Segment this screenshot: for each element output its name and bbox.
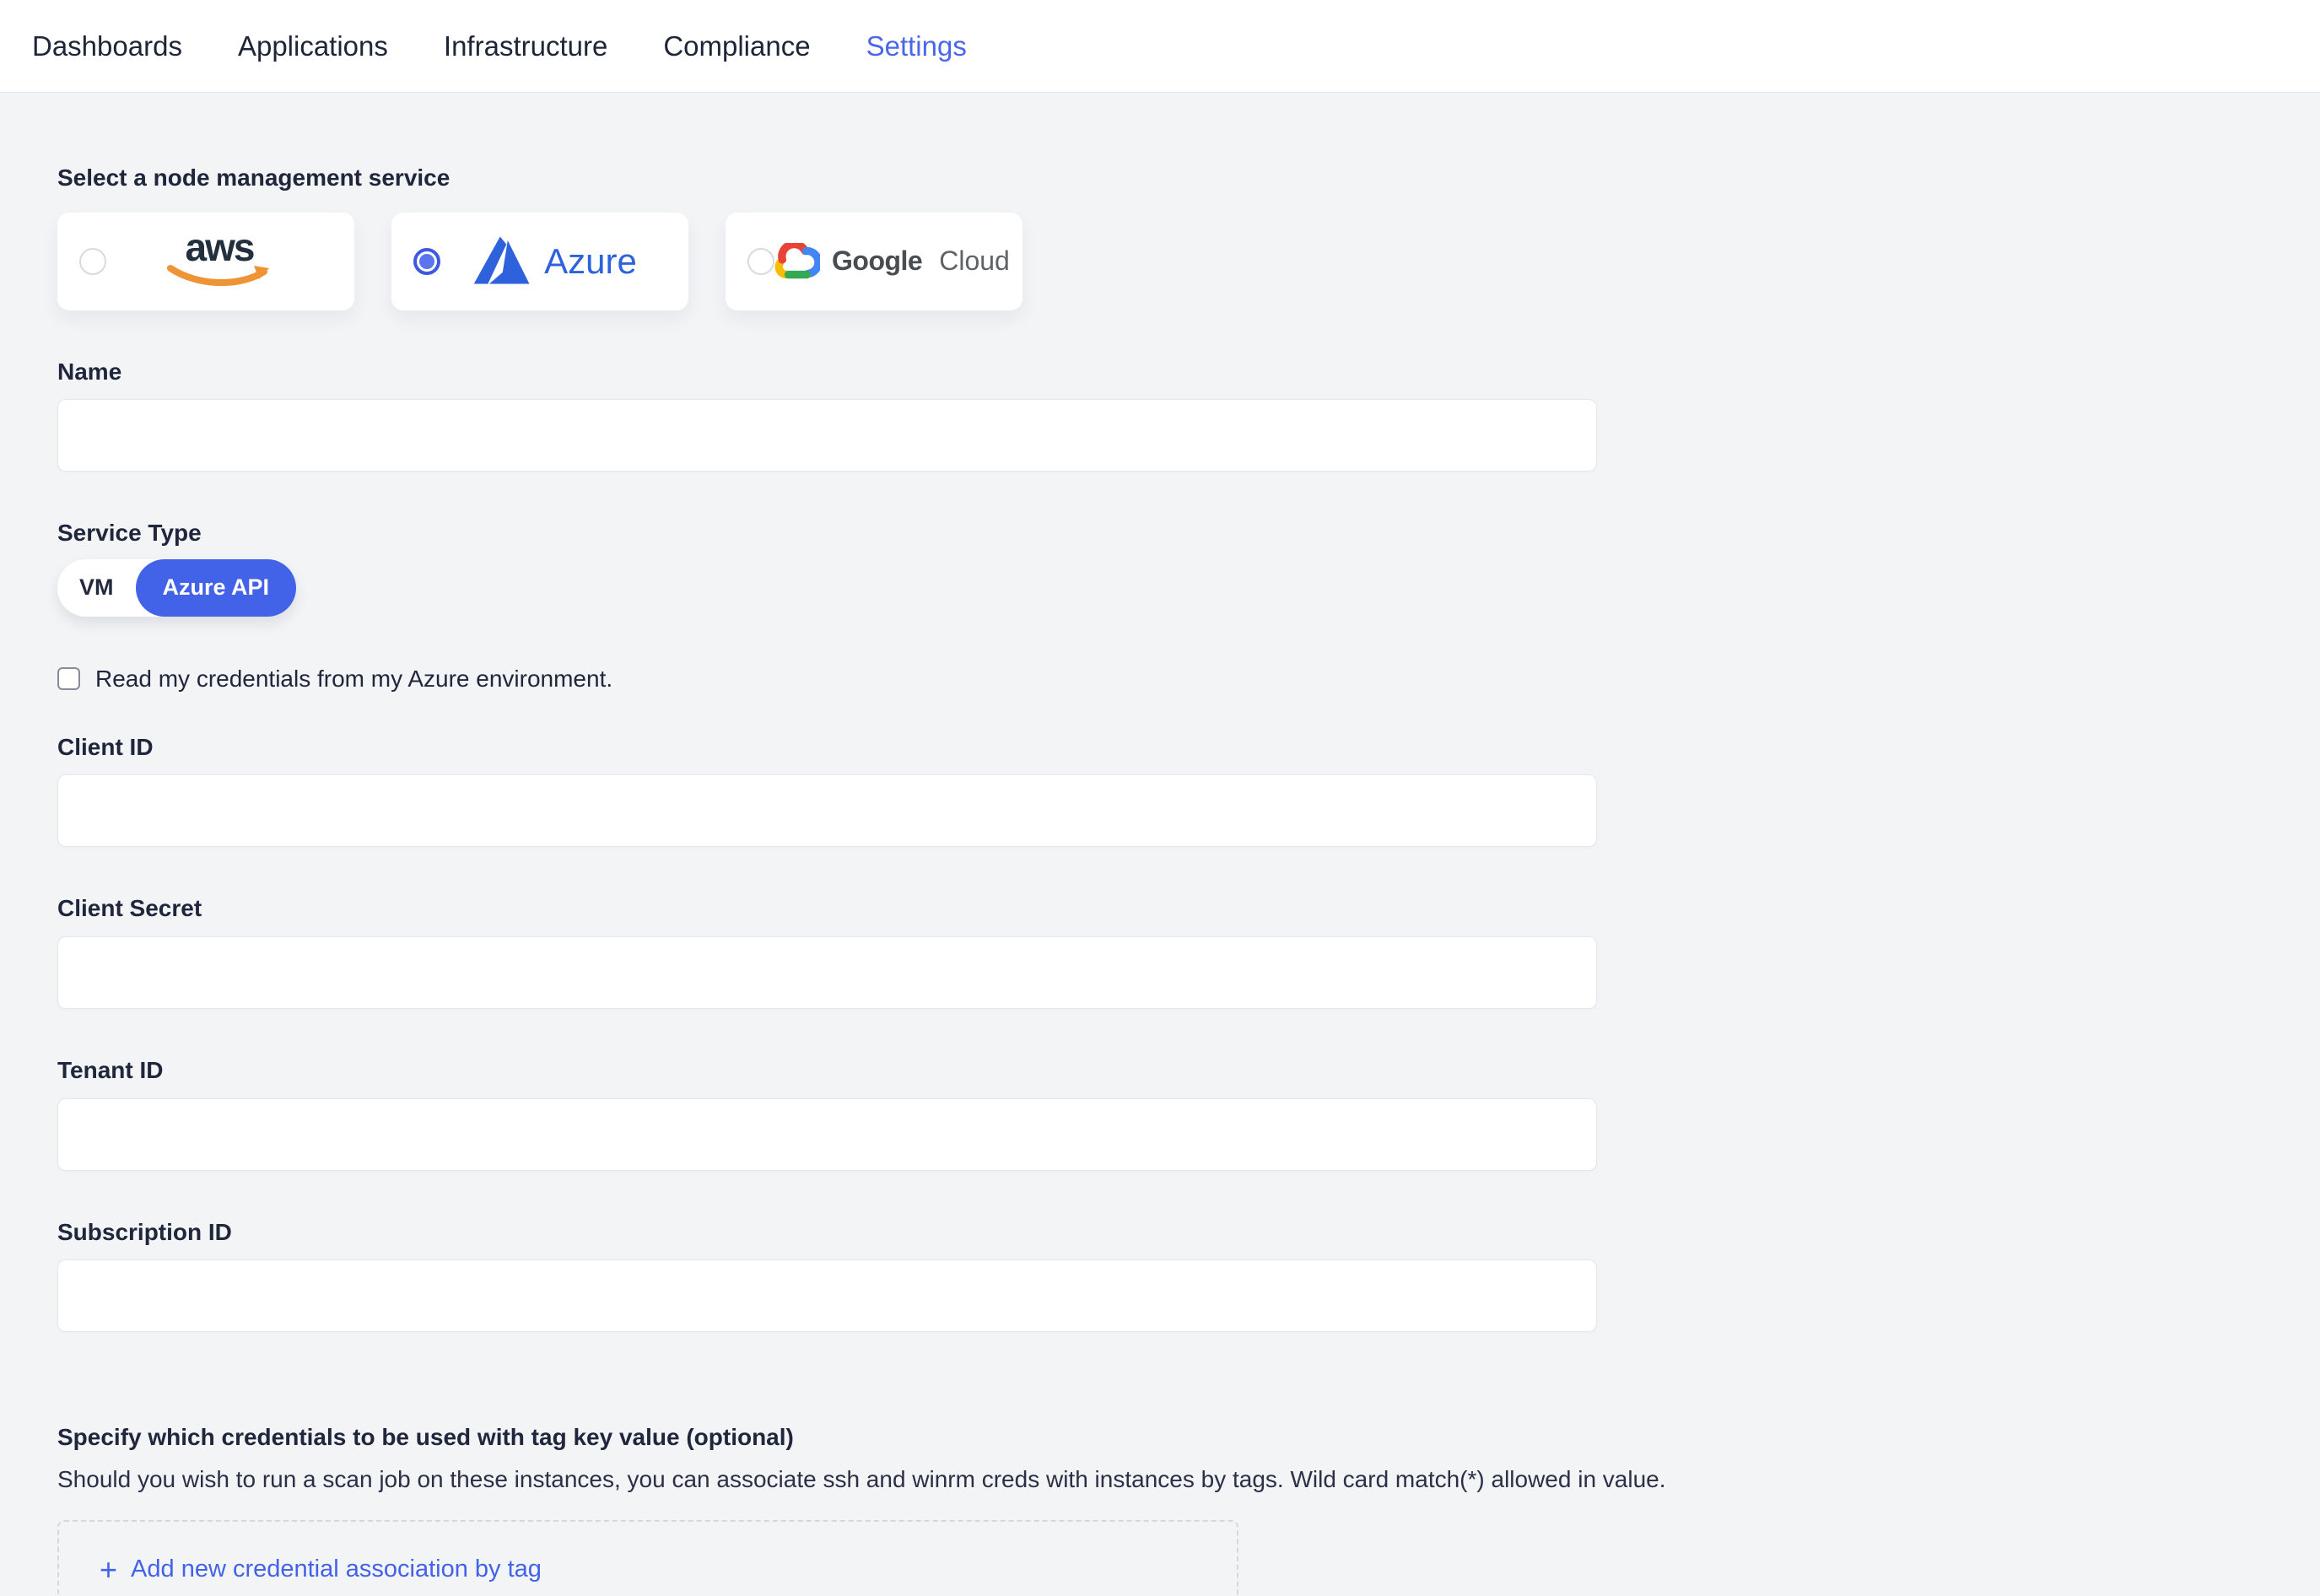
- nav-item-compliance[interactable]: Compliance: [663, 30, 810, 62]
- google-cloud-logo-text: Cloud: [939, 245, 1010, 277]
- add-credential-association-label: Add new credential association by tag: [131, 1556, 542, 1583]
- service-type-label: Service Type: [57, 519, 2320, 547]
- nav-item-applications[interactable]: Applications: [238, 30, 388, 62]
- name-input[interactable]: [57, 399, 1597, 472]
- tenant-id-input[interactable]: [57, 1098, 1597, 1171]
- add-credential-association-link[interactable]: + Add new credential association by tag: [100, 1556, 542, 1583]
- tenant-id-label: Tenant ID: [57, 1056, 2320, 1085]
- toggle-option-azure-api[interactable]: Azure API: [136, 559, 297, 617]
- client-secret-label: Client Secret: [57, 894, 2320, 923]
- google-cloud-logo: Google Cloud: [774, 243, 1010, 280]
- azure-triangle-icon: [470, 235, 534, 288]
- aws-radio[interactable]: [79, 248, 106, 275]
- service-card-aws[interactable]: aws: [57, 213, 354, 310]
- service-type-toggle: VM Azure API: [57, 559, 296, 617]
- toggle-option-vm[interactable]: VM: [57, 574, 136, 601]
- tag-credentials-heading: Specify which credentials to be used wit…: [57, 1423, 2320, 1452]
- service-card-google-cloud[interactable]: Google Cloud: [726, 213, 1022, 310]
- aws-logo-text: aws: [186, 231, 254, 264]
- google-logo-text: Google: [832, 245, 922, 277]
- nav-item-settings[interactable]: Settings: [866, 30, 967, 62]
- service-selector-label: Select a node management service: [57, 164, 2320, 192]
- azure-logo: Azure: [440, 235, 666, 288]
- credentials-checkbox-row: Read my credentials from my Azure enviro…: [57, 666, 2320, 693]
- google-cloud-icon: [774, 243, 820, 280]
- subscription-id-label: Subscription ID: [57, 1218, 2320, 1247]
- nav-item-infrastructure[interactable]: Infrastructure: [444, 30, 607, 62]
- read-credentials-checkbox-label: Read my credentials from my Azure enviro…: [95, 666, 612, 693]
- azure-logo-text: Azure: [544, 241, 637, 282]
- google-cloud-radio[interactable]: [747, 248, 774, 275]
- top-navbar: Dashboards Applications Infrastructure C…: [0, 0, 2320, 93]
- client-id-input[interactable]: [57, 774, 1597, 847]
- settings-form: Select a node management service aws: [0, 164, 2320, 1596]
- name-label: Name: [57, 358, 2320, 386]
- azure-radio[interactable]: [413, 248, 440, 275]
- service-card-azure[interactable]: Azure: [391, 213, 688, 310]
- add-credential-association-box: + Add new credential association by tag: [57, 1520, 1238, 1596]
- aws-smile-icon: [166, 264, 272, 288]
- client-id-label: Client ID: [57, 733, 2320, 762]
- tag-credentials-description: Should you wish to run a scan job on the…: [57, 1465, 2320, 1494]
- subscription-id-input[interactable]: [57, 1259, 1597, 1332]
- read-credentials-checkbox[interactable]: [57, 667, 80, 690]
- client-secret-input[interactable]: [57, 936, 1597, 1009]
- nav-item-dashboards[interactable]: Dashboards: [32, 30, 182, 62]
- aws-logo: aws: [106, 235, 332, 288]
- service-cards: aws Azure: [57, 213, 2320, 310]
- plus-icon: +: [100, 1556, 117, 1583]
